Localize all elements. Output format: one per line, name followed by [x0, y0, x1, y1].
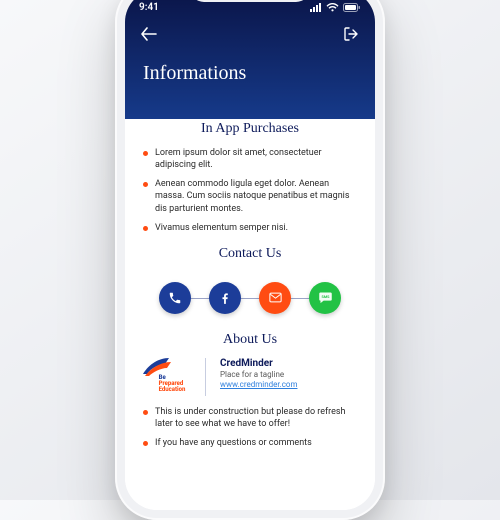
list-item: Vivamus elementum semper nisi. [143, 222, 357, 234]
vertical-divider [205, 358, 206, 396]
contact-buttons: SMS [143, 272, 357, 328]
wings-icon [141, 356, 189, 378]
list-item: This is under construction but please do… [143, 406, 357, 430]
list-item: Lorem ipsum dolor sit amet, consectetuer… [143, 147, 357, 171]
list-item: If you have any questions or comments [143, 437, 357, 449]
device-notch [190, 0, 310, 2]
phone-frame: 9:41 [115, 0, 385, 520]
contact-phone-button[interactable] [159, 282, 191, 314]
sms-icon: SMS [318, 290, 333, 305]
about-info: CredMinder Place for a tagline www.credm… [220, 358, 297, 389]
status-bar: 9:41 [139, 0, 361, 16]
status-time: 9:41 [139, 2, 159, 13]
section-title-iap: In App Purchases [143, 121, 357, 137]
logo-text-3: Education [159, 387, 186, 393]
app-header: 9:41 [125, 0, 375, 119]
exit-button[interactable] [341, 24, 361, 44]
section-title-contact: Contact Us [143, 246, 357, 262]
about-row: Be Prepared Education CredMinder Place f… [143, 358, 357, 396]
screen: 9:41 [125, 0, 375, 510]
wifi-icon [326, 3, 339, 12]
contact-sms-button[interactable]: SMS [309, 282, 341, 314]
phone-icon [168, 291, 182, 305]
brand-name: CredMinder [220, 358, 297, 369]
list-item: Aenean commodo ligula eget dolor. Aenean… [143, 178, 357, 214]
svg-text:SMS: SMS [321, 295, 330, 299]
iap-list: Lorem ipsum dolor sit amet, consectetuer… [143, 147, 357, 234]
brand-link[interactable]: www.credminder.com [220, 380, 297, 389]
email-icon [268, 290, 283, 305]
nav-bar [139, 24, 361, 44]
section-title-about: About Us [143, 332, 357, 348]
signal-icon [310, 3, 322, 12]
brand-logo: Be Prepared Education [143, 358, 191, 396]
about-list: This is under construction but please do… [143, 406, 357, 449]
contact-facebook-button[interactable] [209, 282, 241, 314]
contact-email-button[interactable] [259, 282, 291, 314]
facebook-icon [218, 291, 232, 305]
brand-tagline: Place for a tagline [220, 370, 297, 379]
back-button[interactable] [139, 24, 159, 44]
battery-icon [343, 3, 361, 12]
page-title: Informations [143, 62, 361, 85]
content-card: In App Purchases Lorem ipsum dolor sit a… [125, 101, 375, 510]
